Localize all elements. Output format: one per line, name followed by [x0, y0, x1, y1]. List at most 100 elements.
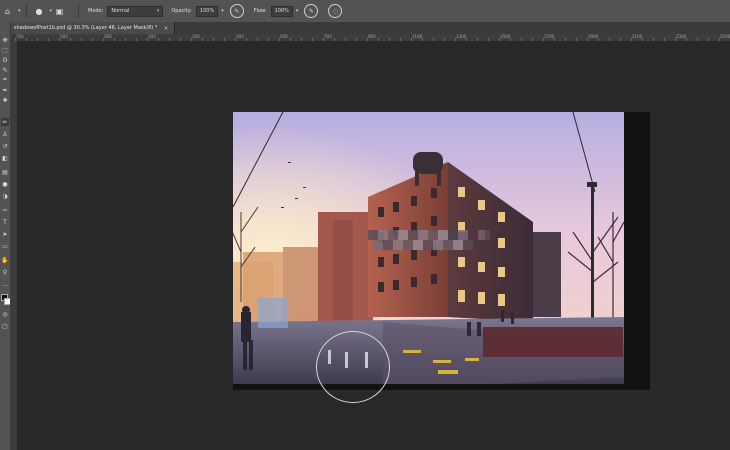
brush-cursor: [316, 331, 390, 403]
document-tab[interactable]: shadowofPost1b.psd @ 30.3% (Layer 46, La…: [10, 22, 176, 34]
ruler-tick: [169, 38, 170, 41]
shape-tool-icon[interactable]: ▭: [1, 242, 9, 250]
ruler-tick: [686, 38, 687, 41]
ruler-tick: [642, 38, 643, 41]
quick-mask-icon[interactable]: ◎: [1, 310, 9, 318]
ruler-tick: [26, 38, 27, 41]
ruler-tick: [268, 38, 269, 41]
mode-select[interactable]: Normal ▾: [107, 5, 164, 17]
dodge-tool-icon[interactable]: ◑: [1, 192, 9, 200]
healing-brush-tool-icon[interactable]: ✚: [1, 96, 9, 104]
ruler-tick: [433, 38, 434, 41]
ruler-label: 1700: [544, 34, 555, 39]
vertical-ruler[interactable]: [10, 41, 18, 450]
ruler-tick: [180, 38, 181, 41]
rendering-image: [233, 112, 624, 384]
screen-mode-icon[interactable]: ▢: [1, 322, 9, 330]
ruler-tick: [356, 38, 357, 41]
opacity-label: Opacity:: [171, 8, 192, 14]
close-icon[interactable]: ×: [163, 25, 168, 32]
chevron-down-icon[interactable]: ▾: [18, 8, 21, 14]
flow-label: Flow:: [253, 8, 267, 14]
move-tool-icon[interactable]: ✥: [1, 36, 9, 44]
ruler-tick: [136, 38, 137, 41]
ruler-tick: [620, 38, 621, 41]
history-brush-tool-icon[interactable]: ↺: [1, 142, 9, 150]
ruler-tick: [466, 38, 467, 41]
ruler-tick: [312, 38, 313, 41]
flow-slider-toggle[interactable]: ▾: [296, 8, 299, 14]
clone-stamp-tool-icon[interactable]: ♙: [1, 130, 9, 138]
more-tools-icon[interactable]: …: [1, 280, 9, 288]
ruler-label: 700: [16, 34, 24, 39]
ruler-tick: [378, 38, 379, 41]
ruler-label: 700: [324, 34, 332, 39]
mode-label: Mode:: [88, 8, 104, 14]
document-canvas[interactable]: [233, 112, 624, 384]
blur-tool-icon[interactable]: ●: [1, 180, 9, 188]
eraser-tool-icon[interactable]: ◧: [1, 154, 9, 162]
document-tab-title: shadowofPost1b.psd @ 30.3% (Layer 46, La…: [14, 25, 158, 31]
path-select-tool-icon[interactable]: ➤: [1, 230, 9, 238]
ruler-tick: [576, 38, 577, 41]
ruler-tick: [246, 38, 247, 41]
airbrush-icon[interactable]: ✎: [304, 4, 319, 18]
ruler-tick: [708, 38, 709, 41]
canvas-shadow: [624, 112, 650, 390]
brush-icon[interactable]: ✏: [1, 118, 9, 126]
ruler-tick: [290, 38, 291, 41]
ruler-tick: [400, 38, 401, 41]
chevron-down-icon: ▾: [156, 8, 160, 14]
ruler-label: 2300: [676, 34, 687, 39]
opacity-value: 100%: [199, 8, 215, 14]
flow-field[interactable]: 100%: [270, 5, 293, 17]
type-tool-icon[interactable]: T: [1, 218, 9, 226]
gradient-tool-icon[interactable]: ▤: [1, 168, 9, 176]
ruler-label: 2100: [632, 34, 643, 39]
lasso-tool-icon[interactable]: ʘ: [1, 56, 9, 64]
ruler-tick: [653, 38, 654, 41]
pressure-size-icon[interactable]: ◌: [328, 4, 343, 18]
eyedropper-tool-icon[interactable]: ✒: [1, 86, 9, 94]
ruler-tick: [598, 38, 599, 41]
crop-tool-icon[interactable]: ⌗: [1, 76, 9, 84]
ruler-tick: [554, 38, 555, 41]
ruler-tick: [158, 38, 159, 41]
opacity-field[interactable]: 100%: [195, 5, 219, 17]
ruler-label: 100: [192, 34, 200, 39]
canvas-shadow-bottom: [233, 384, 650, 390]
ruler-label: 100: [148, 34, 156, 39]
ruler-label: 1900: [588, 34, 599, 39]
mode-value: Normal: [111, 8, 130, 14]
zoom-tool-icon[interactable]: ⚲: [1, 268, 9, 276]
ruler-tick: [70, 38, 71, 41]
pen-tool-icon[interactable]: ✑: [1, 206, 9, 214]
ruler-tick: [125, 38, 126, 41]
hand-tool-icon[interactable]: ✋: [1, 256, 9, 264]
ruler-label: 1500: [500, 34, 511, 39]
ruler-label: 1100: [412, 34, 423, 39]
quick-select-tool-icon[interactable]: ✎: [1, 66, 9, 74]
chevron-down-icon[interactable]: ▾: [50, 8, 53, 14]
pressure-icon[interactable]: ✎: [229, 4, 244, 18]
ruler-tick: [37, 38, 38, 41]
divider: [78, 4, 80, 18]
ruler-tick: [565, 38, 566, 41]
ruler-tick: [48, 38, 49, 41]
opacity-slider-toggle[interactable]: ▾: [221, 8, 224, 14]
ruler-tick: [334, 38, 335, 41]
ruler-tick: [202, 38, 203, 41]
ruler-tick: [114, 38, 115, 41]
horizontal-ruler[interactable]: 700 500 300 100 100 300 500 700 900 1100 1300 1500 1…: [10, 34, 730, 42]
flow-value: 100%: [274, 8, 289, 14]
home-icon[interactable]: ⌂: [2, 6, 13, 17]
ruler-tick: [301, 38, 302, 41]
marquee-tool-icon[interactable]: ⬚: [1, 46, 9, 54]
brush-settings-icon[interactable]: ▣: [54, 6, 65, 17]
brush-preset-icon[interactable]: ●: [34, 6, 45, 17]
ruler-label: 500: [280, 34, 288, 39]
ruler-tick: [257, 38, 258, 41]
ruler-tick: [92, 38, 93, 41]
ruler-tick: [510, 38, 511, 41]
ruler-tick: [477, 38, 478, 41]
